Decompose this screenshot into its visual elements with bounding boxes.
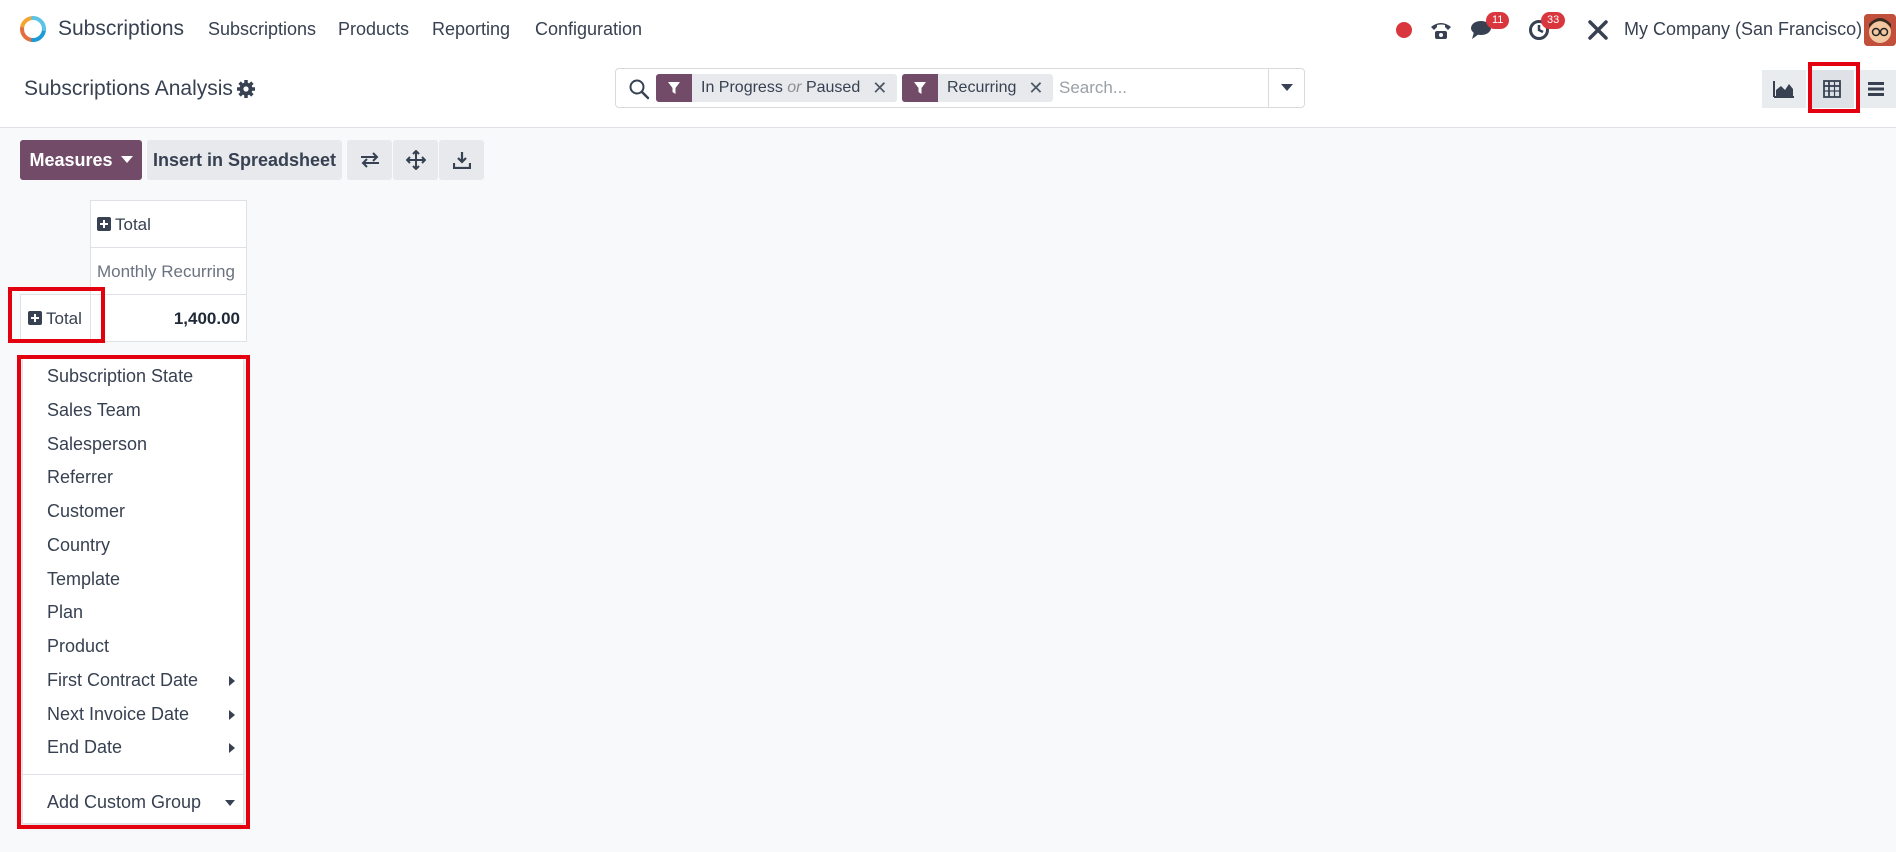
phone-icon[interactable] [1428,17,1454,43]
search-bar: In Progress or Paused ✕ Recurring ✕ Sear… [615,68,1305,108]
highlight-row-total [8,287,105,343]
list-icon [1868,82,1884,96]
plus-square-icon [97,217,111,231]
facet-value-in-progress: In Progress [701,79,783,96]
user-avatar[interactable] [1864,14,1896,46]
arrows-expand-icon [405,150,426,170]
insert-in-spreadsheet-button[interactable]: Insert in Spreadsheet [147,140,342,180]
menu-configuration[interactable]: Configuration [535,19,642,40]
messages-badge: 11 [1486,12,1510,29]
filter-icon [902,74,938,102]
company-switcher[interactable]: My Company (San Francisco) [1624,19,1862,40]
pivot-col-header[interactable]: Total [90,200,247,248]
debug-tools-icon[interactable] [1585,17,1611,43]
graph-view-button[interactable] [1762,70,1806,108]
area-chart-icon [1773,81,1794,98]
subscriptions-app-icon[interactable] [18,14,48,44]
status-dot-icon[interactable] [1391,17,1417,43]
col-header-label: Total [115,215,151,234]
facet-value-paused: Paused [805,79,861,96]
top-navbar: Subscriptions Subscriptions Products Rep… [0,0,1896,60]
download-icon [452,152,471,169]
filter-facet-state: In Progress or Paused ✕ [656,74,898,102]
pivot-total-value: 1,400.00 [90,294,247,342]
filter-facet-recurring: Recurring ✕ [902,74,1054,102]
expand-all-button[interactable] [393,140,438,180]
remove-facet-icon[interactable]: ✕ [1024,78,1053,99]
facet-connector: or [787,79,802,96]
remove-facet-icon[interactable]: ✕ [868,78,897,99]
caret-down-icon [120,156,133,163]
menu-products[interactable]: Products [338,19,409,40]
facet-value-recurring: Recurring [947,79,1017,96]
flip-axis-button[interactable] [347,140,392,180]
caret-down-icon [1280,84,1293,91]
highlight-pivot-view [1808,62,1860,113]
page-title: Subscriptions Analysis [24,77,233,100]
pivot-measure-header[interactable]: Monthly Recurring [90,247,247,295]
highlight-group-dropdown [17,355,250,829]
menu-reporting[interactable]: Reporting [432,19,510,40]
measures-button[interactable]: Measures [20,140,142,180]
gear-icon[interactable] [236,79,256,99]
app-name[interactable]: Subscriptions [58,17,184,41]
list-view-button[interactable] [1856,70,1896,108]
control-panel: Subscriptions Analysis In Progress or Pa… [0,60,1896,128]
download-button[interactable] [439,140,484,180]
measures-label: Measures [29,149,113,170]
filter-icon [656,74,692,102]
menu-subscriptions[interactable]: Subscriptions [208,19,316,40]
exchange-arrows-icon [360,152,379,168]
activities-badge: 33 [1541,12,1566,29]
search-options-toggle[interactable] [1268,69,1304,107]
search-icon [629,79,650,100]
search-input[interactable]: Search... [1059,78,1127,98]
